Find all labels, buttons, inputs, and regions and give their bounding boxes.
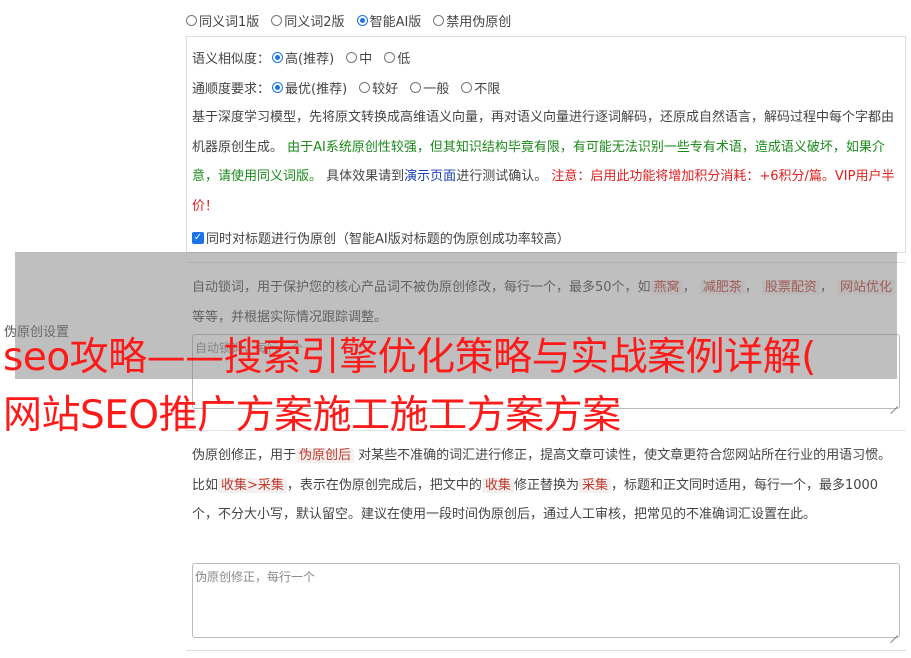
title-checkbox-row[interactable]: ✓ 同时对标题进行伪原创（智能AI版对标题的伪原创成功率较高）: [192, 228, 570, 247]
demo-page-link[interactable]: 演示页面: [404, 169, 456, 184]
similarity-row: 语义相似度： 高(推荐) 中 低: [192, 48, 422, 67]
radio-selected-icon[interactable]: [272, 52, 284, 63]
resize-handle-icon[interactable]: [890, 399, 898, 407]
similarity-option-low[interactable]: 低: [384, 48, 410, 67]
radio-icon[interactable]: [384, 52, 396, 63]
example-tag: 采集: [578, 477, 611, 493]
radio-icon[interactable]: [461, 82, 473, 93]
radio-icon[interactable]: [271, 15, 283, 26]
fluency-option-unlimited[interactable]: 不限: [461, 78, 500, 97]
checkbox-checked-icon[interactable]: ✓: [192, 231, 204, 244]
radio-icon[interactable]: [410, 82, 422, 93]
similarity-label: 语义相似度：: [192, 52, 271, 67]
radio-selected-icon[interactable]: [356, 15, 368, 26]
example-tag: 伪原创后: [296, 448, 355, 463]
overlay-title-line-1: seo攻略——搜索引擎优化策略与实战案例详解(: [3, 335, 816, 380]
fluency-option-best[interactable]: 最优(推荐): [272, 78, 347, 97]
resize-handle-icon[interactable]: [890, 628, 898, 636]
correction-description: 伪原创修正，用于 伪原创后 对某些不准确的词汇进行修正，提高文章可读性，使文章更符…: [192, 448, 892, 522]
ai-description: 基于深度学习模型，先将原文转换成高维语义向量，再对语义向量进行逐词解码，还原成自…: [192, 110, 895, 214]
ai-settings-panel: 语义相似度： 高(推荐) 中 低 通顺度要求： 最优(推荐) 较好 一般 不限 …: [186, 36, 906, 253]
radio-icon[interactable]: [186, 15, 197, 26]
radio-icon[interactable]: [346, 52, 358, 63]
mode-option-disable[interactable]: 禁用伪原创: [433, 11, 511, 30]
similarity-option-medium[interactable]: 中: [346, 48, 372, 67]
container-bottom-border: [186, 650, 906, 651]
fluency-row: 通顺度要求： 最优(推荐) 较好 一般 不限: [192, 78, 512, 97]
correction-textarea[interactable]: 伪原创修正，每行一个: [192, 563, 900, 638]
fluency-option-good[interactable]: 较好: [359, 78, 398, 97]
fluency-option-normal[interactable]: 一般: [410, 78, 449, 97]
mode-option-synonym-1[interactable]: 同义词1版: [186, 11, 259, 30]
similarity-option-high[interactable]: 高(推荐): [272, 48, 334, 67]
mode-option-synonym-2[interactable]: 同义词2版: [271, 11, 345, 30]
radio-icon[interactable]: [359, 82, 371, 93]
radio-selected-icon[interactable]: [272, 82, 284, 93]
overlay-title-line-2: 网站SEO推广方案施工施工方案方案: [3, 393, 621, 438]
fluency-label: 通顺度要求：: [192, 82, 271, 97]
radio-icon[interactable]: [433, 15, 445, 26]
mode-option-ai[interactable]: 智能AI版: [356, 11, 421, 30]
example-tag: 收集>采集: [218, 477, 287, 493]
example-tag: 收集: [481, 477, 514, 493]
mode-radio-group: 同义词1版 同义词2版 智能AI版 禁用伪原创: [186, 11, 523, 30]
